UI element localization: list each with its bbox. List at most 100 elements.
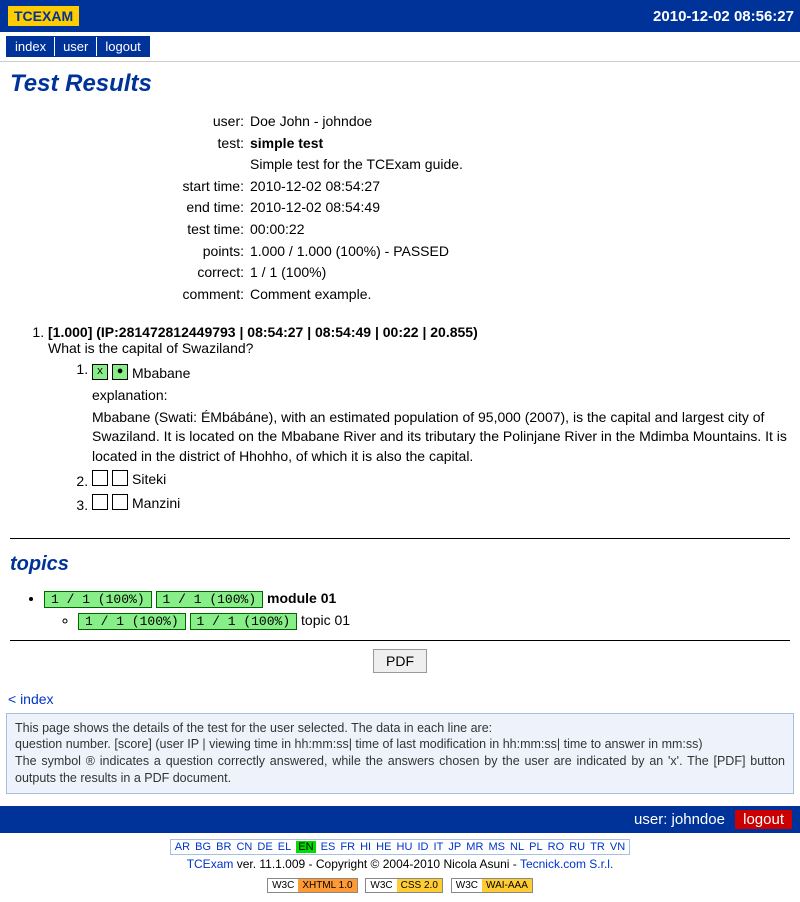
footer-logout-button[interactable]: logout <box>735 810 792 829</box>
lang-hi[interactable]: HI <box>360 841 371 853</box>
answer-item: Siteki <box>92 470 790 490</box>
answer-item: Manzini <box>92 494 790 514</box>
answer-text: Mbabane <box>132 364 190 384</box>
topics-list: 1 / 1 (100%) 1 / 1 (100%) module 01 1 / … <box>44 590 790 630</box>
footer-user: user: johndoe <box>634 811 725 828</box>
separator <box>10 640 790 641</box>
lang-jp[interactable]: JP <box>448 841 461 853</box>
w3c-css-badge[interactable]: W3CCSS 2.0 <box>365 878 442 893</box>
label-end: end time: <box>10 198 250 218</box>
subtopics-list: 1 / 1 (100%) 1 / 1 (100%) topic 01 <box>78 612 790 630</box>
footer-bar: user: johndoe logout <box>0 806 800 833</box>
topic-item: 1 / 1 (100%) 1 / 1 (100%) topic 01 <box>78 612 790 630</box>
w3c-row: W3CXHTML 1.0 W3CCSS 2.0 W3CWAI-AAA <box>0 875 800 893</box>
value-start: 2010-12-02 08:54:27 <box>250 177 790 197</box>
label-points: points: <box>10 242 250 262</box>
lang-nl[interactable]: NL <box>510 841 524 853</box>
answer-mark-user <box>92 470 108 486</box>
lang-de[interactable]: DE <box>257 841 272 853</box>
label-test: test: <box>10 134 250 154</box>
question-item: [1.000] (IP:281472812449793 | 08:54:27 |… <box>48 324 790 513</box>
lang-fr[interactable]: FR <box>340 841 355 853</box>
copyright: TCExam ver. 11.1.009 - Copyright © 2004-… <box>0 857 800 871</box>
answer-mark-correct <box>112 470 128 486</box>
module-badge: 1 / 1 (100%) <box>156 591 264 608</box>
lang-br[interactable]: BR <box>216 841 231 853</box>
lang-hu[interactable]: HU <box>397 841 413 853</box>
value-user: Doe John - johndoe <box>250 112 790 132</box>
value-comment: Comment example. <box>250 285 790 305</box>
lang-es[interactable]: ES <box>321 841 336 853</box>
logo-tc: TC <box>14 8 33 24</box>
lang-ms[interactable]: MS <box>488 841 505 853</box>
lang-mr[interactable]: MR <box>466 841 483 853</box>
nav-bar: index user logout <box>0 32 800 62</box>
module-badge: 1 / 1 (100%) <box>44 591 152 608</box>
value-test-desc: Simple test for the TCExam guide. <box>250 155 790 175</box>
lang-ro[interactable]: RO <box>548 841 565 853</box>
value-points: 1.000 / 1.000 (100%) - PASSED <box>250 242 790 262</box>
company-link[interactable]: Tecnick.com S.r.l. <box>520 857 613 871</box>
nav-menu: index user logout <box>6 36 150 57</box>
logo-exam: EXAM <box>33 8 73 24</box>
answer-item: x ● Mbabane explanation: Mbabane (Swati:… <box>92 360 790 466</box>
explanation-label: explanation: <box>92 386 790 406</box>
label-testtime: test time: <box>10 220 250 240</box>
nav-logout[interactable]: logout <box>97 37 148 56</box>
lang-ru[interactable]: RU <box>569 841 585 853</box>
copyright-text: ver. 11.1.009 - Copyright © 2004-2010 Ni… <box>233 857 520 871</box>
w3c-wai-badge[interactable]: W3CWAI-AAA <box>451 878 533 893</box>
lang-tr[interactable]: TR <box>590 841 605 853</box>
summary: user:Doe John - johndoe test:simple test… <box>10 112 790 304</box>
lang-bg[interactable]: BG <box>195 841 211 853</box>
value-correct: 1 / 1 (100%) <box>250 263 790 283</box>
logo: TCEXAM <box>6 4 81 28</box>
pdf-button[interactable]: PDF <box>373 649 427 673</box>
lang-ar[interactable]: AR <box>175 841 190 853</box>
label-start: start time: <box>10 177 250 197</box>
value-end: 2010-12-02 08:54:49 <box>250 198 790 218</box>
question-header: [1.000] (IP:281472812449793 | 08:54:27 |… <box>48 324 478 340</box>
lang-pl[interactable]: PL <box>529 841 542 853</box>
content: Test Results user:Doe John - johndoe tes… <box>0 62 800 689</box>
answer-list: x ● Mbabane explanation: Mbabane (Swati:… <box>78 360 790 513</box>
help-box: This page shows the details of the test … <box>6 713 794 795</box>
language-row: AR BG BR CN DE EL EN ES FR HI HE HU ID I… <box>0 839 800 855</box>
answer-mark-user: x <box>92 364 108 380</box>
nav-index[interactable]: index <box>7 37 55 56</box>
answer-text: Manzini <box>132 494 180 514</box>
module-name: module 01 <box>267 590 336 606</box>
nav-user[interactable]: user <box>55 37 97 56</box>
w3c-xhtml-badge[interactable]: W3CXHTML 1.0 <box>267 878 357 893</box>
topic-name: topic 01 <box>301 612 350 628</box>
lang-id[interactable]: ID <box>417 841 428 853</box>
lang-en[interactable]: EN <box>296 841 315 853</box>
back-link[interactable]: < index <box>0 689 800 709</box>
page-title: Test Results <box>10 70 790 98</box>
top-bar: TCEXAM 2010-12-02 08:56:27 <box>0 0 800 32</box>
answer-mark-user <box>92 494 108 510</box>
topic-badge: 1 / 1 (100%) <box>190 613 298 630</box>
topic-badge: 1 / 1 (100%) <box>78 613 186 630</box>
separator <box>10 538 790 539</box>
label-user: user: <box>10 112 250 132</box>
lang-vn[interactable]: VN <box>610 841 625 853</box>
timestamp: 2010-12-02 08:56:27 <box>653 8 794 25</box>
question-list: [1.000] (IP:281472812449793 | 08:54:27 |… <box>38 324 790 513</box>
answer-mark-correct <box>112 494 128 510</box>
value-test: simple test <box>250 134 790 154</box>
pdf-row: PDF <box>10 649 790 673</box>
answer-mark-correct: ● <box>112 364 128 380</box>
lang-it[interactable]: IT <box>434 841 444 853</box>
app-link[interactable]: TCExam <box>187 857 234 871</box>
lang-cn[interactable]: CN <box>236 841 252 853</box>
language-list: AR BG BR CN DE EL EN ES FR HI HE HU ID I… <box>170 839 630 855</box>
topics-title: topics <box>10 553 790 576</box>
lang-he[interactable]: HE <box>376 841 391 853</box>
label-comment: comment: <box>10 285 250 305</box>
question-text: What is the capital of Swaziland? <box>48 340 253 356</box>
lang-el[interactable]: EL <box>278 841 291 853</box>
label-correct: correct: <box>10 263 250 283</box>
explanation-text: Mbabane (Swati: ÉMbábáne), with an estim… <box>92 408 790 467</box>
value-testtime: 00:00:22 <box>250 220 790 240</box>
